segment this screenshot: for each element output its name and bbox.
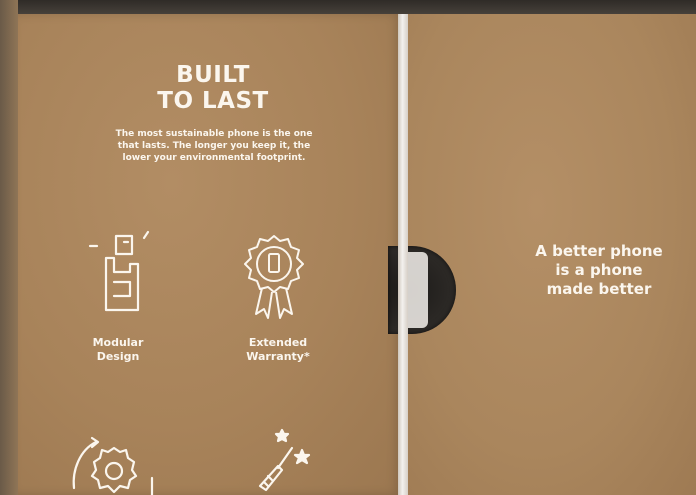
body-line: lower your environmental footprint.: [122, 153, 306, 163]
body-line: The most sustainable phone is the one: [115, 129, 313, 139]
warranty-ribbon-icon: [236, 232, 312, 324]
feature-line: Warranty*: [246, 350, 310, 363]
feature-line: Design: [96, 350, 140, 363]
feature-label-modular: Modular Design: [72, 336, 164, 364]
screwdriver-icon: [252, 428, 322, 495]
feature-line: Extended: [248, 336, 308, 349]
box-edge: [0, 0, 18, 495]
body-line: that lasts. The longer you keep it, the: [117, 141, 311, 151]
gear-icon: [62, 428, 162, 495]
headline: BUILT TO LAST: [118, 62, 308, 114]
headline-line: TO LAST: [157, 88, 269, 114]
panel-divider: [398, 14, 408, 495]
feature-line: Modular: [92, 336, 144, 349]
tagline-line: made better: [546, 280, 652, 298]
headline-line: BUILT: [176, 62, 250, 88]
tagline: A better phone is a phone made better: [514, 242, 684, 299]
body-copy: The most sustainable phone is the one th…: [84, 128, 344, 164]
tagline-line: is a phone: [555, 261, 643, 279]
packaging-photo: BUILT TO LAST The most sustainable phone…: [0, 0, 696, 495]
feature-label-warranty: Extended Warranty*: [228, 336, 328, 364]
modular-phone-icon: [86, 226, 158, 326]
tagline-line: A better phone: [535, 242, 663, 260]
